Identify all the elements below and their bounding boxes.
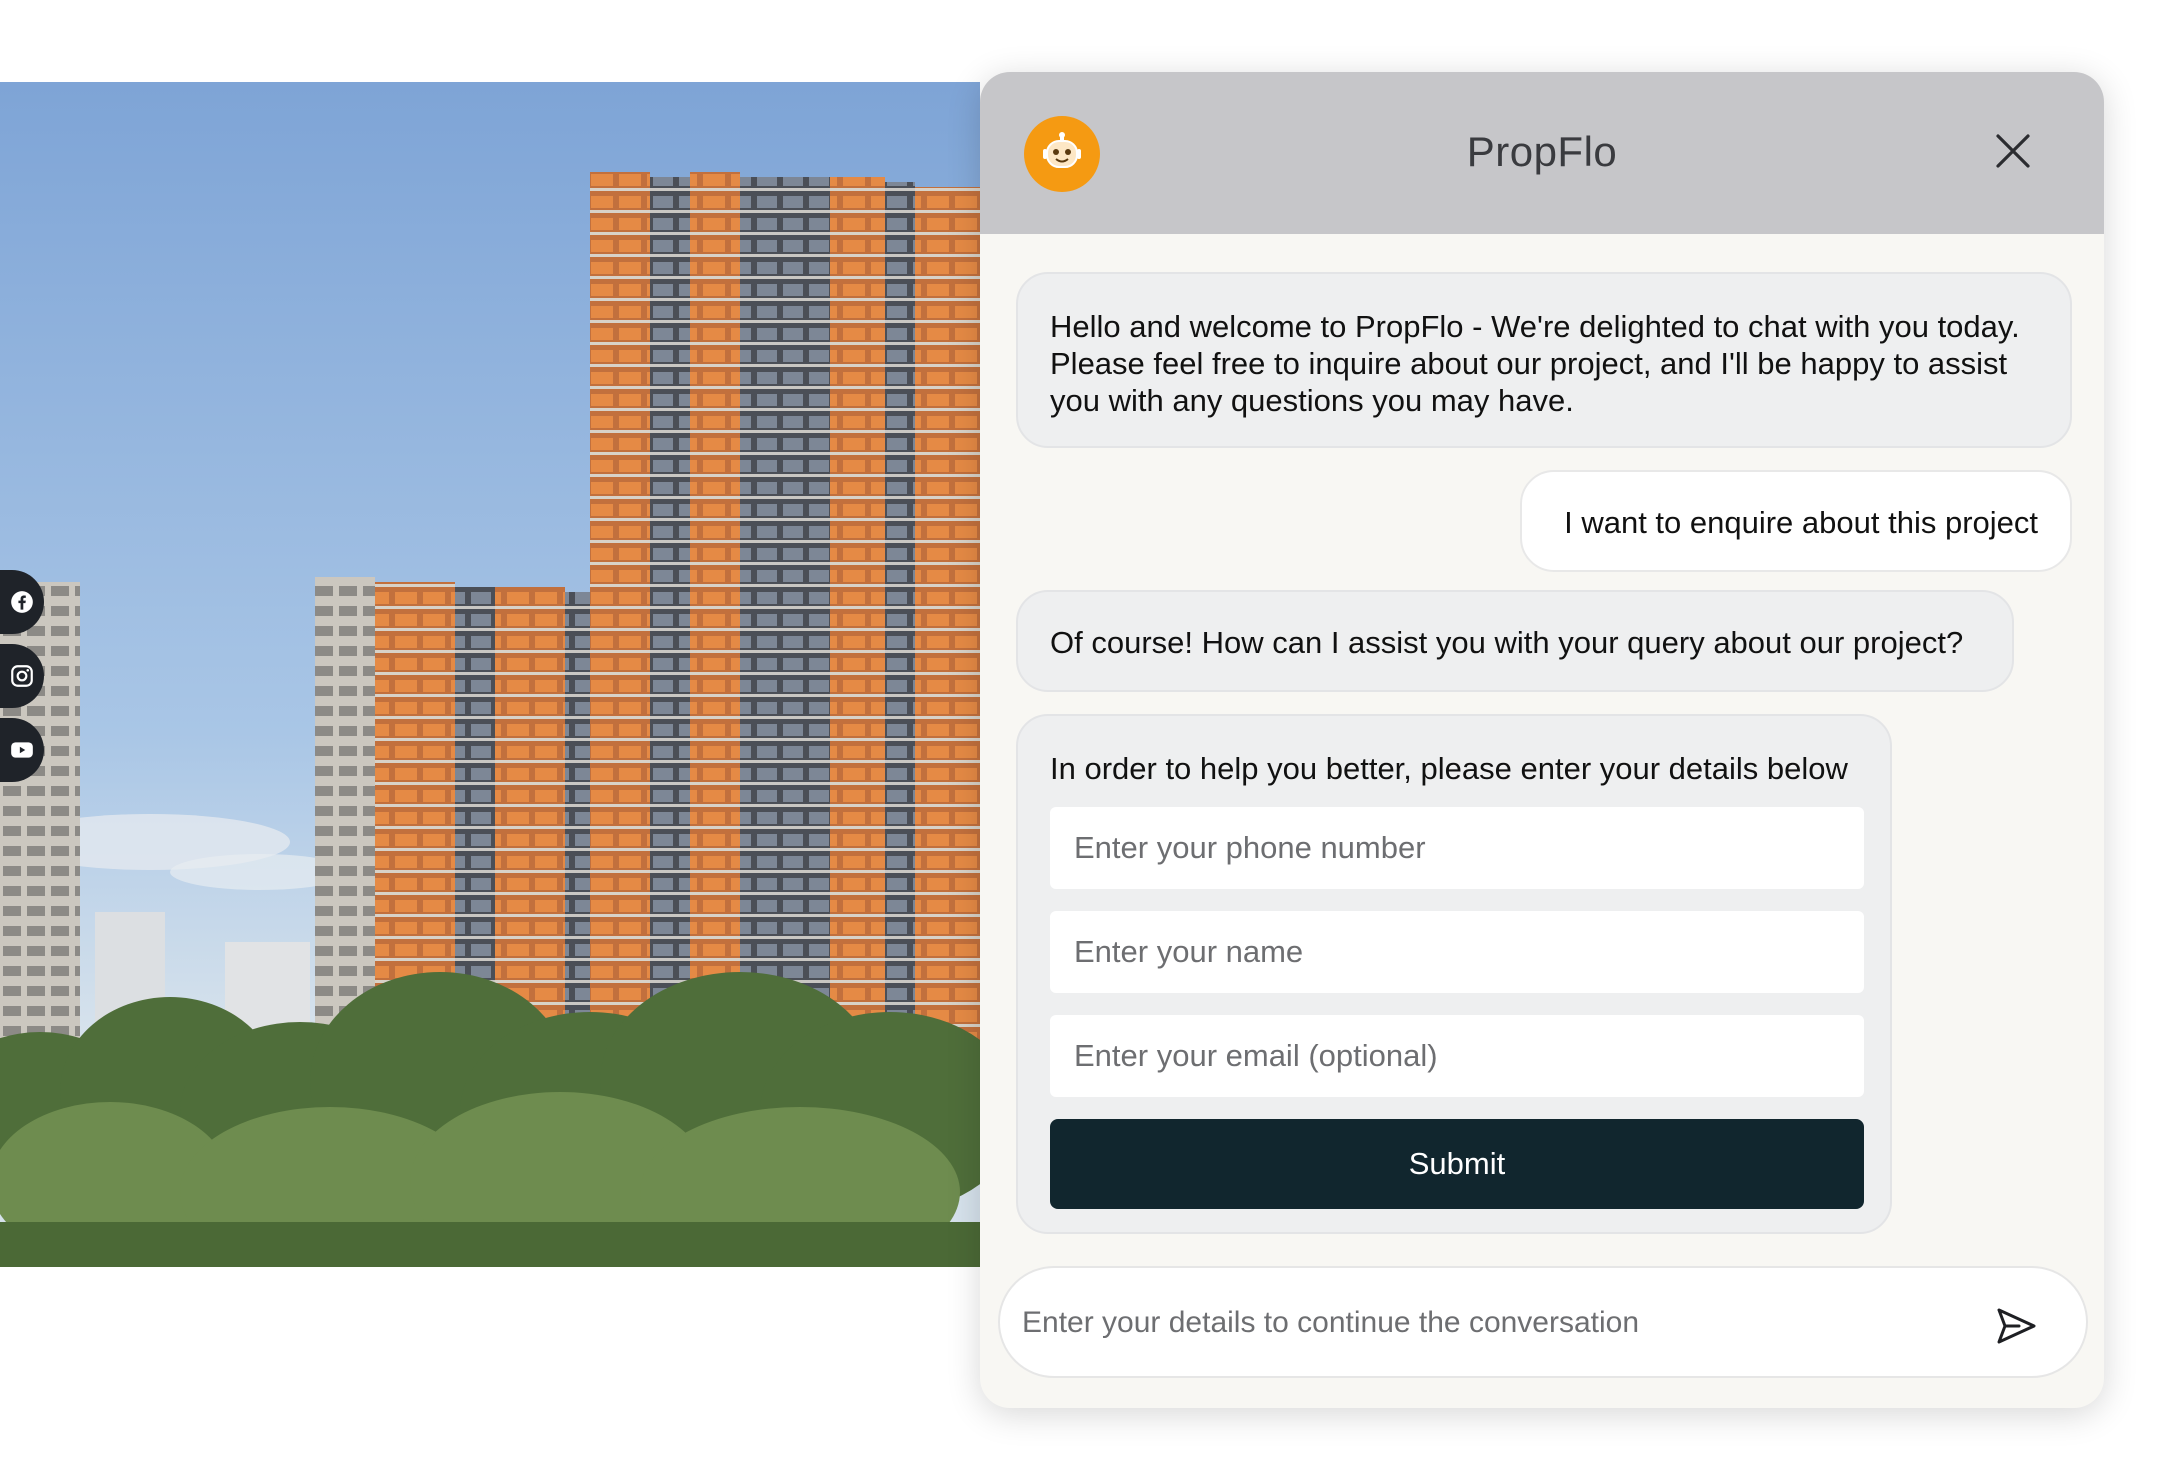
instagram-icon [11, 665, 33, 687]
close-icon [1996, 134, 2030, 168]
phone-input[interactable] [1050, 807, 1864, 889]
youtube-icon [11, 742, 33, 758]
bot-message: Of course! How can I assist you with you… [1016, 590, 2014, 692]
email-input[interactable] [1050, 1015, 1864, 1097]
send-button[interactable] [1994, 1304, 2038, 1348]
message-composer [998, 1266, 2088, 1378]
submit-button[interactable]: Submit [1050, 1119, 1864, 1209]
send-icon [1997, 1308, 2036, 1344]
facebook-icon [11, 591, 33, 613]
name-input[interactable] [1050, 911, 1864, 993]
bot-message: Hello and welcome to PropFlo - We're del… [1016, 272, 2072, 448]
chat-header: PropFlo [980, 72, 2104, 234]
hero-illustration [0, 82, 980, 1267]
chat-title: PropFlo [1466, 128, 1618, 175]
lead-form-card: In order to help you better, please ente… [1016, 714, 1892, 1234]
close-button[interactable] [1990, 128, 2036, 174]
hero-image [0, 82, 980, 1267]
youtube-button[interactable] [0, 718, 44, 782]
chat-widget: PropFlo Hello and welcome to PropFlo - W… [980, 72, 2104, 1408]
facebook-button[interactable] [0, 570, 44, 634]
user-message: I want to enquire about this project [1520, 470, 2072, 572]
message-input[interactable] [1022, 1288, 1962, 1358]
social-rail [0, 570, 44, 792]
instagram-button[interactable] [0, 644, 44, 708]
lead-form-intro: In order to help you better, please ente… [1050, 751, 1848, 786]
